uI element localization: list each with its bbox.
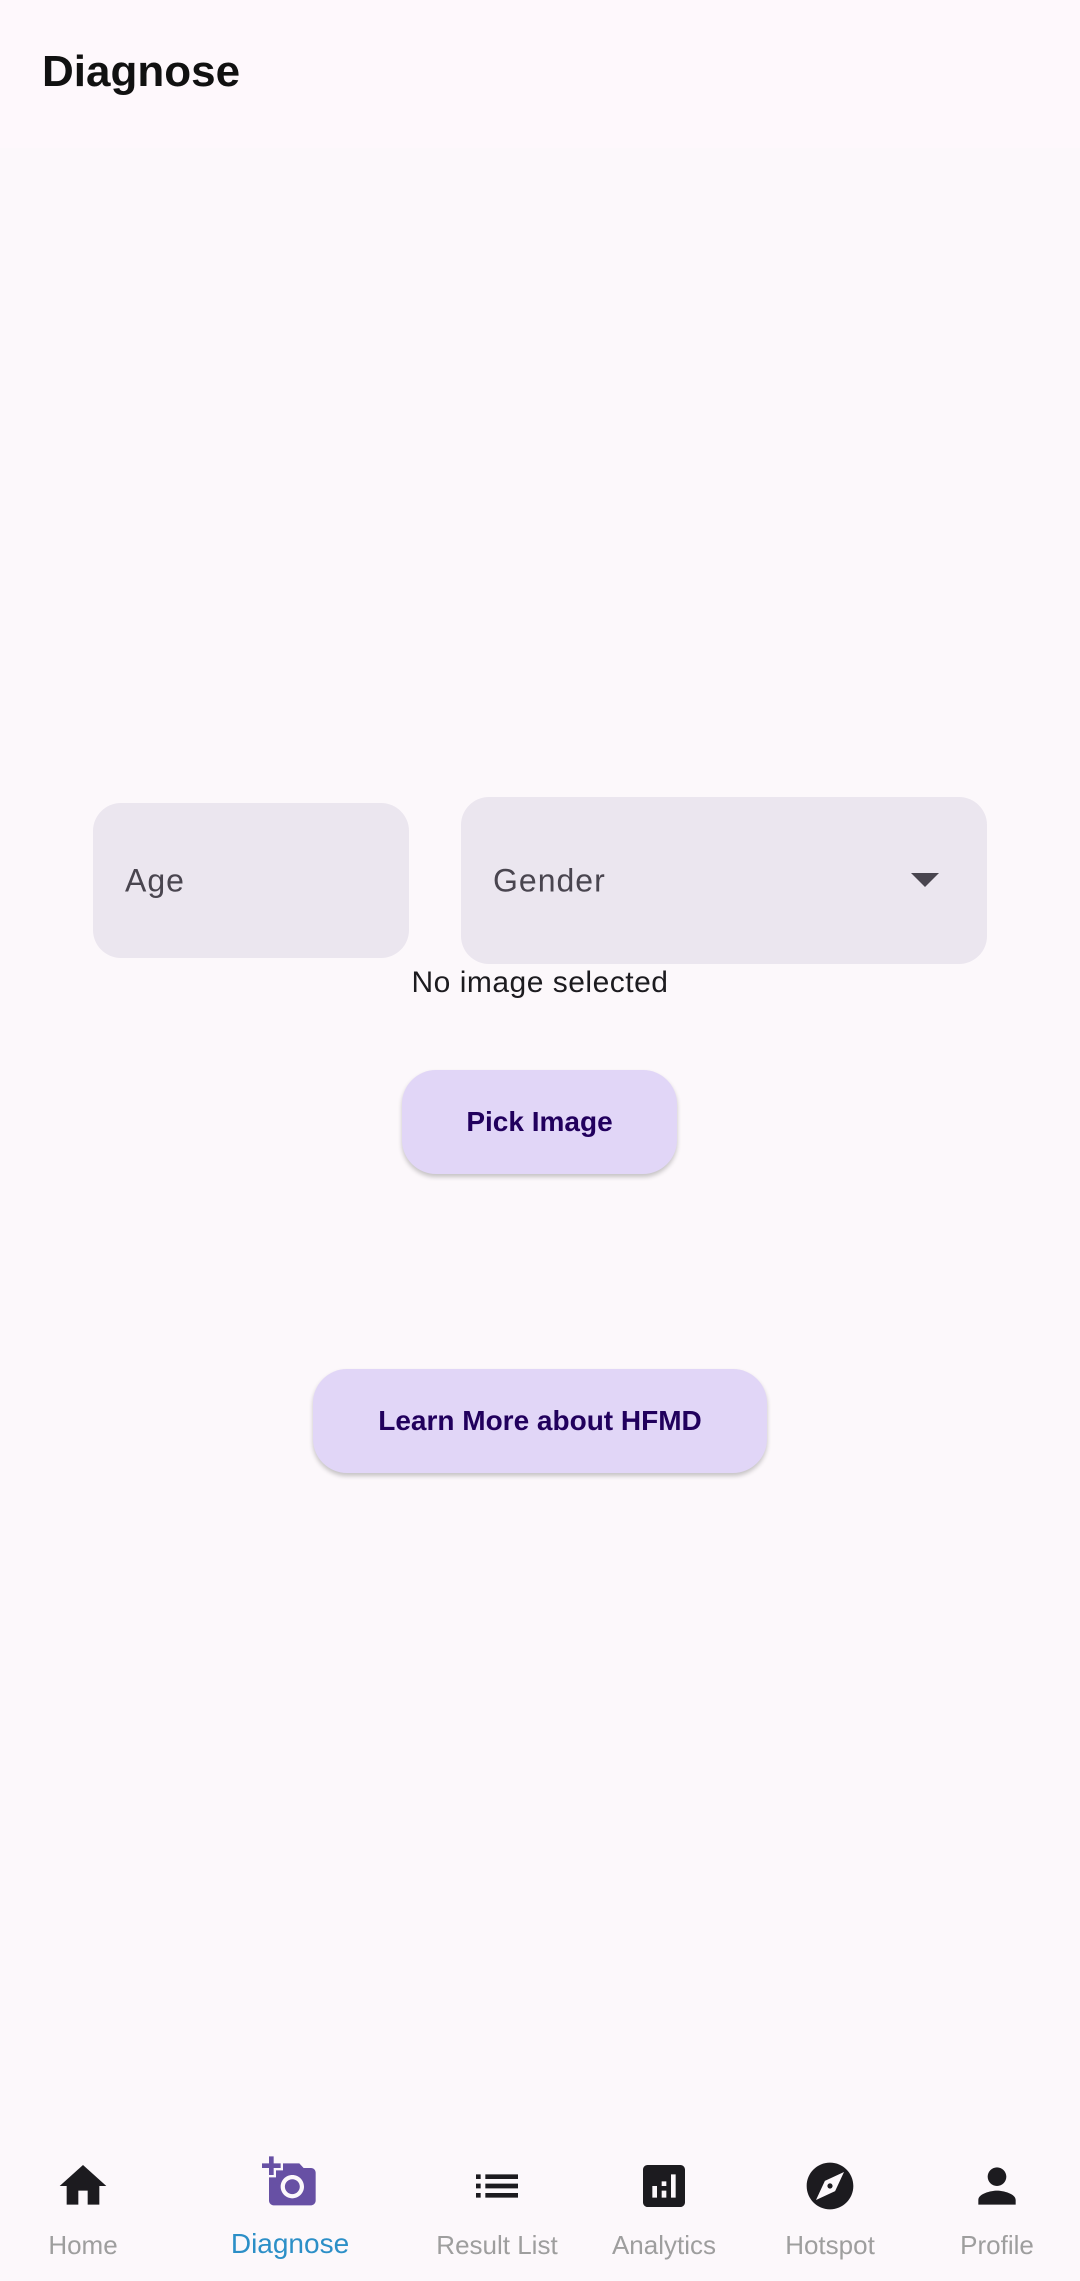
age-placeholder: Age — [125, 862, 185, 898]
diagnose-screen: Diagnose Age Gender No image selected Pi… — [0, 0, 1080, 2281]
nav-label-home: Home — [48, 2230, 118, 2260]
nav-item-analytics[interactable]: Analytics — [581, 2128, 747, 2281]
pick-image-button[interactable]: Pick Image — [402, 1070, 677, 1174]
age-field[interactable]: Age — [93, 803, 409, 958]
nav-label-diagnose: Diagnose — [230, 2228, 350, 2259]
nav-item-result-list[interactable]: Result List — [414, 2128, 580, 2281]
list-icon — [476, 2174, 518, 2198]
bottom-navigation: Home Diagnose Result List Analytics Hots — [0, 2128, 1080, 2281]
nav-label-hotspot: Hotspot — [785, 2230, 875, 2260]
page-title: Diagnose — [42, 47, 241, 96]
explore-icon — [806, 2162, 854, 2210]
home-icon — [59, 2165, 107, 2205]
nav-item-diagnose[interactable]: Diagnose — [207, 2128, 373, 2281]
gender-dropdown[interactable]: Gender — [461, 797, 987, 964]
nav-item-home[interactable]: Home — [0, 2128, 166, 2281]
add-a-photo-icon — [262, 2156, 316, 2206]
nav-item-hotspot[interactable]: Hotspot — [747, 2128, 913, 2281]
person-icon — [978, 2167, 1016, 2205]
app-bar: Diagnose — [0, 0, 1080, 148]
nav-item-profile[interactable]: Profile — [914, 2128, 1080, 2281]
nav-label-profile: Profile — [960, 2230, 1034, 2260]
nav-label-analytics: Analytics — [611, 2230, 717, 2260]
dropdown-arrow-icon — [911, 872, 939, 887]
learn-more-button[interactable]: Learn More about HFMD — [313, 1369, 767, 1473]
nav-label-result-list: Result List — [436, 2230, 558, 2260]
image-status-text: No image selected — [411, 966, 669, 999]
gender-placeholder: Gender — [493, 862, 606, 898]
analytics-icon — [643, 2165, 685, 2207]
